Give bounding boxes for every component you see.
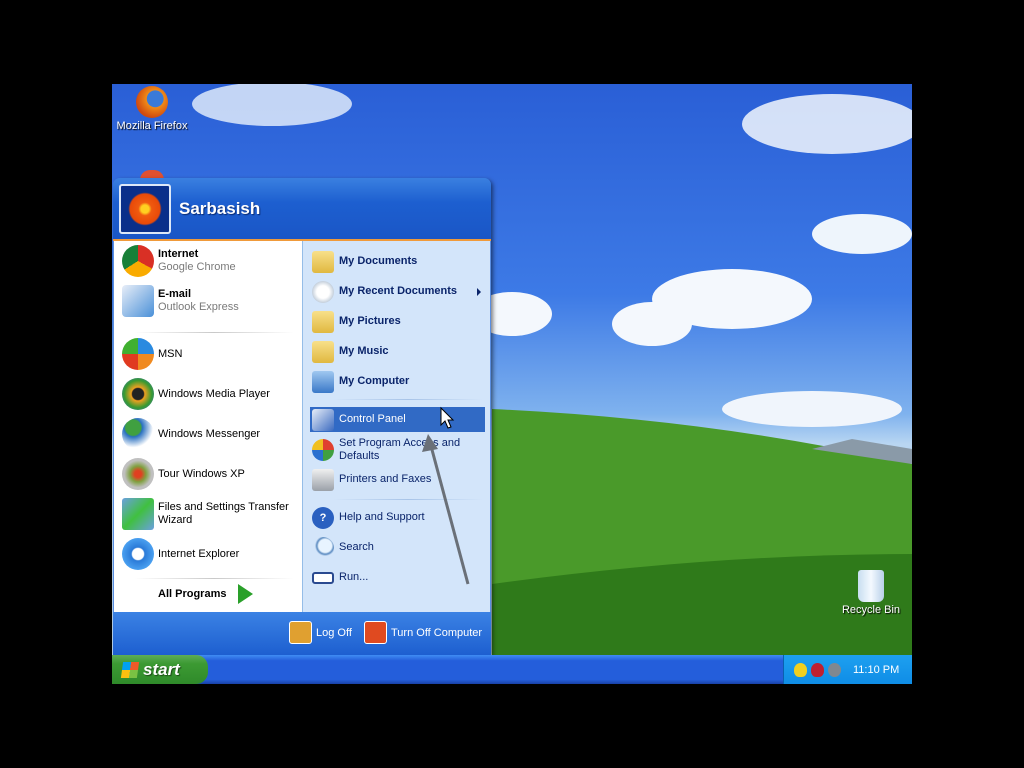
transfer-wizard-icon [122, 498, 154, 530]
submenu-arrow-icon [477, 287, 481, 296]
help-icon: ? [312, 506, 334, 529]
desktop-icon-firefox[interactable]: Mozilla Firefox [112, 86, 192, 132]
taskbar: start 11:10 PM [112, 655, 912, 684]
pinned-internet[interactable]: Internet Google Chrome [122, 245, 236, 277]
control-panel-item[interactable]: Control Panel [310, 407, 485, 432]
folder-music-icon [312, 340, 334, 363]
search-magnifier-icon [312, 536, 334, 559]
green-arrow-icon [238, 584, 254, 604]
search-item[interactable]: Search [310, 535, 485, 560]
item-label: Printers and Faxes [339, 473, 432, 485]
my-computer-icon [312, 370, 334, 393]
places-pane: My Documents My Recent Documents My Pict… [302, 241, 491, 612]
item-label: My Music [339, 345, 389, 357]
programs-pane: Internet Google Chrome E-mail Outlook Expr… [113, 241, 302, 612]
program-access-icon [312, 439, 334, 461]
item-label: Control Panel [339, 413, 406, 425]
messenger-icon [122, 418, 154, 450]
msn-butterfly-icon [122, 338, 154, 370]
user-name: Sarbasish [179, 199, 261, 218]
all-programs-button[interactable]: All Programs [158, 584, 254, 604]
user-avatar[interactable] [119, 184, 171, 234]
separator [333, 399, 483, 400]
start-menu-header: Sarbasish [113, 178, 491, 241]
separator [134, 578, 294, 579]
item-title: E-mail [158, 288, 192, 300]
item-label: Files and Settings Transfer Wizard [158, 501, 289, 526]
separator [333, 499, 483, 500]
item-label: My Computer [339, 375, 410, 387]
printers-faxes-item[interactable]: Printers and Faxes [310, 467, 485, 492]
item-label: Windows Media Player [158, 387, 270, 400]
start-label: start [143, 659, 180, 679]
log-off-label: Log Off [316, 626, 352, 639]
recent-internet-explorer[interactable]: Internet Explorer [122, 538, 239, 570]
recent-documents-clock-icon [312, 280, 334, 303]
outlook-express-icon [122, 285, 154, 317]
recent-tour-windows-xp[interactable]: Tour Windows XP [122, 458, 245, 490]
item-label: My Pictures [339, 315, 401, 327]
printer-icon [312, 468, 334, 491]
start-button[interactable]: start [112, 655, 208, 684]
item-subtitle: Outlook Express [158, 301, 239, 313]
start-menu: Sarbasish Internet Google Chrome E-mail Ou… [113, 178, 491, 655]
internet-explorer-icon [122, 538, 154, 570]
media-player-icon [122, 378, 154, 410]
firefox-icon [136, 86, 168, 118]
place-my-recent-documents[interactable]: My Recent Documents [310, 279, 485, 304]
tour-xp-icon [122, 458, 154, 490]
item-label: Set Program Access and Defaults [339, 437, 461, 462]
item-label: MSN [158, 347, 183, 360]
start-menu-footer: Log Off Turn Off Computer [113, 612, 491, 655]
place-my-computer[interactable]: My Computer [310, 369, 485, 394]
item-label: My Recent Documents [339, 285, 457, 297]
item-label: Tour Windows XP [158, 467, 245, 480]
turn-off-label: Turn Off Computer [391, 626, 483, 639]
recent-files-settings-transfer[interactable]: Files and Settings Transfer Wizard [122, 498, 293, 530]
desktop-icon-label: Mozilla Firefox [116, 120, 188, 132]
item-label: Run... [339, 571, 369, 583]
key-icon [289, 621, 312, 644]
recycle-bin-icon [858, 570, 884, 602]
item-label: Help and Support [339, 511, 425, 523]
place-my-pictures[interactable]: My Pictures [310, 309, 485, 334]
windows-logo-icon [120, 661, 140, 678]
security-shield-icon[interactable] [794, 662, 807, 677]
run-icon [312, 571, 334, 584]
security-alert-icon[interactable] [811, 662, 824, 677]
recent-windows-media-player[interactable]: Windows Media Player [122, 378, 270, 410]
place-my-music[interactable]: My Music [310, 339, 485, 364]
clock[interactable]: 11:10 PM [853, 664, 899, 676]
log-off-button[interactable]: Log Off [289, 621, 352, 644]
item-label: Search [339, 541, 374, 553]
item-title: Internet [158, 248, 199, 260]
system-tray: 11:10 PM [783, 655, 912, 684]
chrome-icon [122, 245, 154, 277]
turn-off-button[interactable]: Turn Off Computer [364, 621, 482, 644]
item-label: Windows Messenger [158, 427, 261, 440]
control-panel-icon [312, 408, 334, 431]
folder-documents-icon [312, 250, 334, 273]
set-program-access-item[interactable]: Set Program Access and Defaults [310, 434, 485, 466]
item-label: My Documents [339, 255, 418, 267]
help-support-item[interactable]: ? Help and Support [310, 505, 485, 530]
pinned-email[interactable]: E-mail Outlook Express [122, 285, 239, 317]
network-icon[interactable] [828, 662, 841, 677]
item-subtitle: Google Chrome [158, 261, 236, 273]
run-item[interactable]: Run... [310, 565, 485, 590]
desktop-icon-recycle-bin[interactable]: Recycle Bin [831, 570, 911, 616]
power-icon [364, 621, 387, 644]
place-my-documents[interactable]: My Documents [310, 249, 485, 274]
desktop-icon-label: Recycle Bin [841, 604, 901, 616]
item-label: Internet Explorer [158, 547, 240, 560]
folder-pictures-icon [312, 310, 334, 333]
recent-msn[interactable]: MSN [122, 338, 182, 370]
separator [134, 332, 294, 333]
all-programs-label: All Programs [158, 588, 227, 600]
recent-windows-messenger[interactable]: Windows Messenger [122, 418, 260, 450]
